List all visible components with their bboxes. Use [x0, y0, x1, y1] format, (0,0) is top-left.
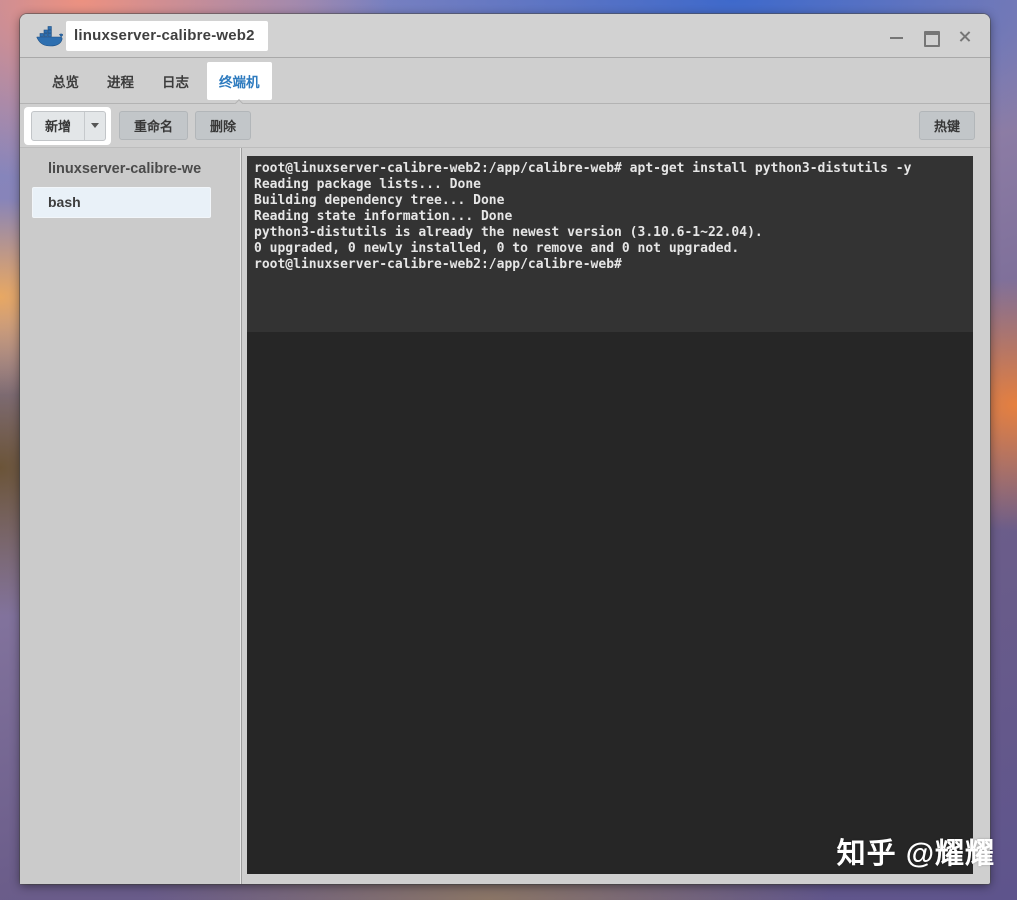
zhihu-watermark: 知乎 @耀耀 [836, 838, 995, 870]
window-title: linuxserver-calibre-web2 [66, 20, 268, 51]
terminal-line: root@linuxserver-calibre-web2:/app/calib… [254, 257, 622, 272]
session-item-bash[interactable]: bash [33, 188, 210, 217]
rename-button[interactable]: 重命名 [119, 111, 189, 140]
container-detail-window: linuxserver-calibre-web2 总览 进程 日志 终端机 新增… [20, 14, 994, 884]
terminal-line: root@linuxserver-calibre-web2:/app/calib… [254, 161, 912, 176]
terminal-line: python3-distutils is already the newest … [254, 225, 763, 240]
docker-whale-icon [36, 25, 63, 46]
terminal-session-sidebar: linuxserver-calibre-we bash [20, 148, 242, 884]
terminal-panel: root@linuxserver-calibre-web2:/app/calib… [242, 148, 994, 884]
caret-down-icon [91, 123, 100, 128]
toolbar: 新增 重命名 删除 热键 [20, 104, 990, 148]
delete-button[interactable]: 删除 [195, 111, 252, 140]
sidebar-container-name: linuxserver-calibre-we [48, 161, 202, 177]
terminal-output[interactable]: root@linuxserver-calibre-web2:/app/calib… [247, 156, 994, 874]
hotkey-button[interactable]: 热键 [918, 111, 975, 140]
maximize-icon[interactable] [923, 29, 940, 47]
add-button-highlight: 新增 [24, 106, 112, 145]
terminal-line: Reading state information... Done [254, 209, 513, 224]
tab-terminal[interactable]: 终端机 [207, 61, 272, 100]
add-split-button: 新增 [31, 110, 107, 141]
terminal-line: Reading package lists... Done [254, 177, 481, 192]
content-area: linuxserver-calibre-we bash root@linuxse… [20, 148, 994, 884]
tab-bar: 总览 进程 日志 终端机 [20, 58, 990, 104]
tab-overview[interactable]: 总览 [42, 62, 89, 100]
terminal-line: 0 upgraded, 0 newly installed, 0 to remo… [254, 241, 740, 256]
add-dropdown-button[interactable] [84, 111, 105, 140]
add-button[interactable]: 新增 [32, 112, 84, 140]
tab-process[interactable]: 进程 [97, 62, 144, 100]
titlebar: linuxserver-calibre-web2 [20, 14, 990, 58]
terminal-line: Building dependency tree... Done [254, 193, 505, 208]
tab-logs[interactable]: 日志 [152, 62, 199, 100]
window-controls [889, 14, 972, 58]
minimize-icon[interactable] [889, 29, 904, 44]
close-icon[interactable] [957, 29, 972, 44]
terminal-screen: root@linuxserver-calibre-web2:/app/calib… [247, 156, 973, 332]
